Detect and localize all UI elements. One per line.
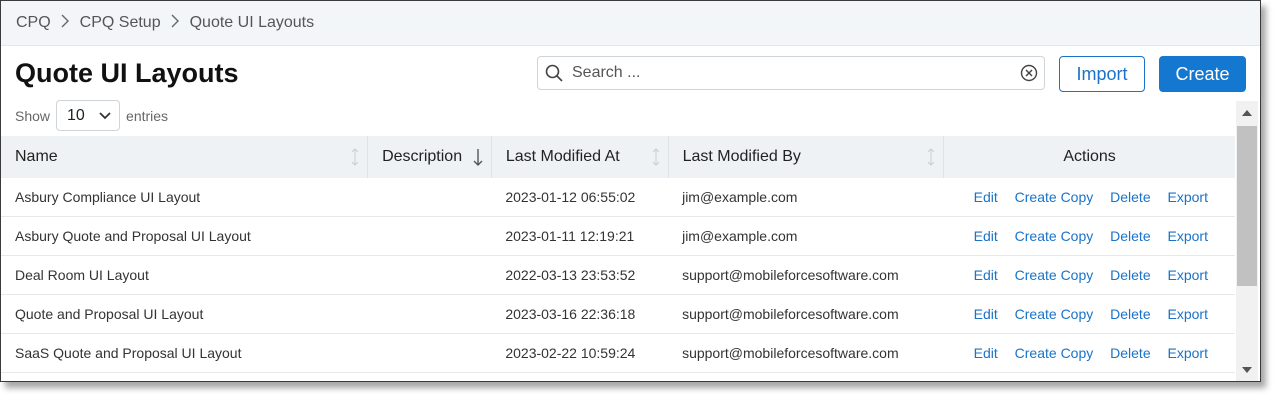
delete-link[interactable]: Delete	[1110, 189, 1150, 205]
cell-modified-at: 2023-01-12 06:55:02	[491, 178, 669, 217]
layouts-table: Name Description Last Modified At Last M…	[1, 136, 1235, 373]
cell-actions: Edit Create Copy Delete Export	[943, 216, 1235, 256]
import-button[interactable]: Import	[1059, 56, 1145, 92]
scroll-up-arrow-icon[interactable]	[1236, 101, 1258, 123]
export-link[interactable]: Export	[1168, 189, 1208, 205]
cell-modified-by: support@mobileforcesoftware.com	[668, 333, 944, 373]
cell-modified-at: 2023-03-16 22:36:18	[491, 294, 669, 334]
cell-name: Asbury Quote and Proposal UI Layout	[1, 216, 368, 256]
column-header-description[interactable]: Description	[367, 136, 492, 178]
sort-icon	[927, 148, 935, 171]
edit-link[interactable]: Edit	[974, 345, 998, 361]
entries-suffix: entries	[126, 107, 169, 124]
search-input[interactable]	[570, 63, 1014, 83]
cell-name: SaaS Quote and Proposal UI Layout	[1, 333, 368, 373]
cell-description	[367, 178, 492, 217]
chevron-right-icon	[61, 14, 70, 32]
breadcrumb-item-cpq[interactable]: CPQ	[16, 14, 51, 32]
cell-actions: Edit Create Copy Delete Export	[943, 294, 1235, 334]
table-row: Deal Room UI Layout 2022-03-13 23:53:52 …	[1, 255, 1235, 295]
show-label: Show	[15, 107, 51, 124]
cell-actions: Edit Create Copy Delete Export	[943, 255, 1235, 295]
page-header: Quote UI Layouts Import Create	[1, 46, 1260, 102]
chevron-right-icon	[171, 14, 180, 32]
cell-name: Asbury Compliance UI Layout	[1, 178, 368, 217]
delete-link[interactable]: Delete	[1110, 228, 1150, 244]
cell-modified-by: jim@example.com	[668, 178, 944, 217]
cell-description	[367, 216, 492, 256]
create-copy-link[interactable]: Create Copy	[1015, 189, 1094, 205]
edit-link[interactable]: Edit	[974, 228, 998, 244]
page-title: Quote UI Layouts	[15, 58, 239, 88]
create-copy-link[interactable]: Create Copy	[1015, 228, 1094, 244]
cell-description	[367, 333, 492, 373]
breadcrumb: CPQ CPQ Setup Quote UI Layouts	[1, 1, 1260, 46]
search-box[interactable]	[537, 56, 1045, 90]
delete-link[interactable]: Delete	[1110, 267, 1150, 283]
column-header-last-modified-at[interactable]: Last Modified At	[491, 136, 669, 178]
export-link[interactable]: Export	[1168, 267, 1208, 283]
clear-search-icon[interactable]	[1014, 64, 1044, 82]
cell-description	[367, 255, 492, 295]
table-row: Asbury Compliance UI Layout 2023-01-12 0…	[1, 178, 1235, 217]
cell-modified-by: support@mobileforcesoftware.com	[668, 255, 944, 295]
cell-modified-by: support@mobileforcesoftware.com	[668, 294, 944, 334]
scroll-down-arrow-icon[interactable]	[1236, 359, 1258, 381]
scrollbar-thumb[interactable]	[1237, 126, 1257, 286]
table-row: Asbury Quote and Proposal UI Layout 2023…	[1, 216, 1235, 256]
cell-modified-at: 2023-01-11 12:19:21	[491, 216, 669, 256]
column-header-actions: Actions	[943, 136, 1235, 178]
table-row: Quote and Proposal UI Layout 2023-03-16 …	[1, 294, 1235, 334]
cell-modified-at: 2023-02-22 10:59:24	[491, 333, 669, 373]
cell-name: Quote and Proposal UI Layout	[1, 294, 368, 334]
edit-link[interactable]: Edit	[974, 189, 998, 205]
export-link[interactable]: Export	[1168, 306, 1208, 322]
column-header-last-modified-by[interactable]: Last Modified By	[668, 136, 945, 178]
sort-icon	[652, 148, 660, 171]
sort-descending-icon	[473, 148, 483, 171]
entries-select[interactable]: 10	[56, 100, 121, 131]
search-icon	[538, 64, 570, 82]
create-copy-link[interactable]: Create Copy	[1015, 345, 1094, 361]
table-header-row: Name Description Last Modified At Last M…	[1, 136, 1235, 178]
cell-actions: Edit Create Copy Delete Export	[943, 333, 1235, 373]
cell-description	[367, 294, 492, 334]
vertical-scrollbar[interactable]	[1236, 101, 1258, 381]
edit-link[interactable]: Edit	[974, 306, 998, 322]
breadcrumb-item-cpq-setup[interactable]: CPQ Setup	[80, 14, 161, 32]
create-copy-link[interactable]: Create Copy	[1015, 267, 1094, 283]
chevron-down-icon	[99, 107, 111, 125]
export-link[interactable]: Export	[1168, 345, 1208, 361]
app-window: CPQ CPQ Setup Quote UI Layouts Quote UI …	[0, 0, 1261, 382]
entries-control: Show 10 entries	[15, 100, 168, 131]
cell-modified-at: 2022-03-13 23:53:52	[491, 255, 669, 295]
table-row: SaaS Quote and Proposal UI Layout 2023-0…	[1, 333, 1235, 373]
entries-select-value: 10	[67, 106, 85, 124]
cell-modified-by: jim@example.com	[668, 216, 944, 256]
cell-actions: Edit Create Copy Delete Export	[943, 178, 1235, 217]
column-header-name[interactable]: Name	[1, 136, 369, 178]
delete-link[interactable]: Delete	[1110, 306, 1150, 322]
create-button[interactable]: Create	[1159, 56, 1246, 92]
cell-name: Deal Room UI Layout	[1, 255, 368, 295]
create-copy-link[interactable]: Create Copy	[1015, 306, 1094, 322]
export-link[interactable]: Export	[1168, 228, 1208, 244]
delete-link[interactable]: Delete	[1110, 345, 1150, 361]
edit-link[interactable]: Edit	[974, 267, 998, 283]
sort-icon	[351, 148, 359, 171]
breadcrumb-item-quote-ui-layouts: Quote UI Layouts	[189, 14, 315, 31]
